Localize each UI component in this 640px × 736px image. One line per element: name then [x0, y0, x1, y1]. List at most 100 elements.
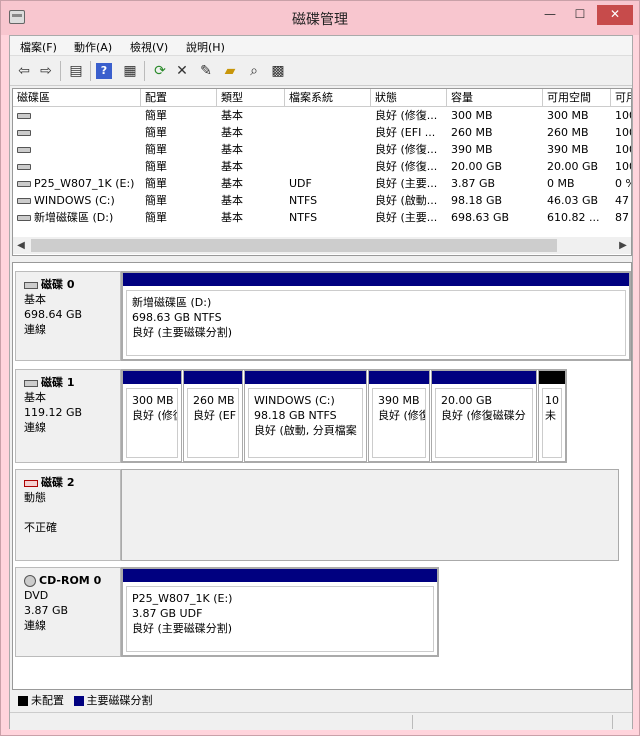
volume-cell-layout: 簡單 — [145, 109, 167, 122]
menu-view[interactable]: 檢視(V) — [130, 39, 168, 55]
partition[interactable]: WINDOWS (C:) 98.18 GB NTFS 良好 (啟動, 分頁檔案 — [244, 370, 367, 462]
col-header-status[interactable]: 狀態 — [371, 89, 447, 107]
legend-label-unallocated: 未配置 — [31, 694, 64, 707]
col-header-capacity[interactable]: 容量 — [447, 89, 543, 107]
horizontal-scrollbar[interactable]: ◀ ▶ — [13, 237, 631, 254]
volume-cell-fs: UDF — [289, 177, 312, 190]
partition-bar — [123, 569, 437, 582]
disk-size: 119.12 GB — [24, 406, 83, 419]
disk-label-1[interactable]: 磁碟 1 基本 119.12 GB 連線 — [15, 369, 121, 463]
volume-row[interactable]: P25_W807_1K (E:) 簡單 基本 UDF 良好 (主要... 3.87 GB 0… — [13, 175, 631, 192]
help-icon[interactable]: ? — [96, 63, 112, 79]
partition-size: 10 — [545, 394, 559, 407]
col-header-layout[interactable]: 配置 — [141, 89, 217, 107]
disk-label-2[interactable]: 磁碟 2 動態 不正確 — [15, 469, 121, 561]
volume-cell-capacity: 98.18 GB — [451, 194, 503, 207]
volume-row[interactable]: 簡單 基本 良好 (修復... 390 MB 390 MB 100 — [13, 141, 631, 158]
disk-state: 連線 — [24, 421, 46, 434]
refresh-icon[interactable]: ⟳ — [150, 61, 170, 81]
partition-status: 良好 (主要磁碟分割) — [132, 326, 233, 339]
volume-row[interactable]: 簡單 基本 良好 (修復... 20.00 GB 20.00 GB 100 — [13, 158, 631, 175]
disk-size — [24, 505, 112, 520]
delete-icon[interactable]: ✕ — [172, 61, 192, 81]
partition-bar — [539, 371, 565, 384]
legend-swatch-unallocated — [18, 696, 28, 706]
volume-row[interactable]: 新增磁碟區 (D:) 簡單 基本 NTFS 良好 (主要... 698.63 GB 610.… — [13, 209, 631, 226]
menu-action[interactable]: 動作(A) — [74, 39, 112, 55]
partition[interactable]: 20.00 GB 良好 (修復磁碟分 — [431, 370, 537, 462]
partition[interactable]: 300 MB 良好 (修復 — [122, 370, 182, 462]
search-icon[interactable]: ⌕ — [244, 61, 264, 81]
partition-title: P25_W807_1K (E:) — [132, 592, 233, 605]
volume-cell-layout: 簡單 — [145, 160, 167, 173]
hard-disk-icon — [24, 281, 38, 289]
drive-icon — [17, 198, 31, 204]
disk-kind: DVD — [24, 589, 49, 602]
disk-size: 698.64 GB — [24, 308, 83, 321]
partition[interactable]: P25_W807_1K (E:) 3.87 GB UDF 良好 (主要磁碟分割) — [122, 568, 438, 656]
col-header-free[interactable]: 可用空間 — [543, 89, 611, 107]
volume-row[interactable]: WINDOWS (C:) 簡單 基本 NTFS 良好 (啟動... 98.18 GB 46.… — [13, 192, 631, 209]
disk-area-2[interactable] — [121, 469, 619, 561]
col-header-type[interactable]: 類型 — [217, 89, 285, 107]
open-icon[interactable]: ▰ — [220, 61, 240, 81]
col-header-volume[interactable]: 磁碟區 — [13, 89, 141, 107]
cd-rom-icon — [24, 575, 36, 587]
edit-properties-icon[interactable]: ✎ — [196, 61, 216, 81]
partition[interactable]: 260 MB 良好 (EF — [183, 370, 243, 462]
title-bar[interactable]: 磁碟管理 — ☐ ✕ — [1, 1, 639, 35]
volume-list: 磁碟區 配置 類型 檔案系統 狀態 容量 可用空間 可用 簡單基本良好 (修復.… — [12, 88, 632, 256]
disk-name: CD-ROM 0 — [39, 574, 102, 587]
menu-file[interactable]: 檔案(F) — [20, 39, 57, 55]
volume-cell-status: 良好 (主要... — [375, 177, 438, 190]
volume-cell-free: 300 MB — [547, 109, 589, 122]
forward-icon[interactable]: ⇨ — [36, 61, 56, 81]
partition-body: 新增磁碟區 (D:) 698.63 GB NTFS 良好 (主要磁碟分割) — [126, 290, 626, 356]
console-icon[interactable]: ▤ — [66, 61, 86, 81]
partition[interactable]: 390 MB 良好 (修復 — [368, 370, 430, 462]
volume-cell-layout: 簡單 — [145, 126, 167, 139]
volume-cell-pct: 0 % — [615, 177, 631, 190]
volume-cell-status: 良好 (修復... — [375, 160, 438, 173]
scroll-thumb[interactable] — [31, 239, 557, 252]
scroll-right-icon[interactable]: ▶ — [615, 237, 631, 254]
hard-disk-icon — [24, 379, 38, 387]
volume-cell-pct: 87 — [615, 211, 629, 224]
disk-label-0[interactable]: 磁碟 0 基本 698.64 GB 連線 — [15, 271, 121, 361]
menu-bar: 檔案(F) 動作(A) 檢視(V) 說明(H) — [10, 36, 632, 56]
drive-icon — [17, 215, 31, 221]
partition-size: 300 MB — [132, 394, 174, 407]
scroll-left-icon[interactable]: ◀ — [13, 237, 29, 254]
maximize-button[interactable]: ☐ — [567, 5, 593, 25]
minimize-button[interactable]: — — [537, 5, 563, 25]
disk-label-cdrom[interactable]: CD-ROM 0 DVD 3.87 GB 連線 — [15, 567, 121, 657]
volume-cell-free: 390 MB — [547, 143, 589, 156]
partition-body: 390 MB 良好 (修復 — [372, 388, 426, 458]
volume-row[interactable]: 簡單 基本 良好 (修復... 300 MB 300 MB 100 — [13, 107, 631, 124]
partition-status: 良好 (啟動, 分頁檔案 — [254, 424, 357, 437]
volume-cell-type: 基本 — [221, 177, 243, 190]
col-header-filesystem[interactable]: 檔案系統 — [285, 89, 371, 107]
col-header-percent-free[interactable]: 可用 — [611, 89, 631, 107]
disk-size: 3.87 GB — [24, 604, 69, 617]
volume-cell-name — [13, 124, 141, 141]
volume-row[interactable]: 簡單 基本 良好 (EFI ... 260 MB 260 MB 100 — [13, 124, 631, 141]
volume-cell-pct: 47 — [615, 194, 629, 207]
menu-help[interactable]: 說明(H) — [186, 39, 225, 55]
close-button[interactable]: ✕ — [597, 5, 633, 25]
volume-cell-pct: 100 — [615, 143, 631, 156]
volume-cell-layout: 簡單 — [145, 143, 167, 156]
properties-icon[interactable]: ▦ — [120, 61, 140, 81]
volume-cell-free: 610.82 ... — [547, 211, 600, 224]
partition-size: 3.87 GB UDF — [132, 607, 203, 620]
toolbar-separator — [144, 61, 145, 81]
back-icon[interactable]: ⇦ — [14, 61, 34, 81]
partition[interactable]: 新增磁碟區 (D:) 698.63 GB NTFS 良好 (主要磁碟分割) — [122, 272, 630, 360]
partition-size: 390 MB — [378, 394, 420, 407]
volume-cell-name — [13, 158, 141, 175]
partition-status: 未 — [545, 409, 556, 422]
disk-graph-view: 磁碟 0 基本 698.64 GB 連線 新增磁碟區 (D:) 698.63 G… — [12, 262, 632, 690]
settings-icon[interactable]: ▩ — [268, 61, 288, 81]
drive-icon — [17, 164, 31, 170]
unallocated-partition[interactable]: 10 未 — [538, 370, 566, 462]
